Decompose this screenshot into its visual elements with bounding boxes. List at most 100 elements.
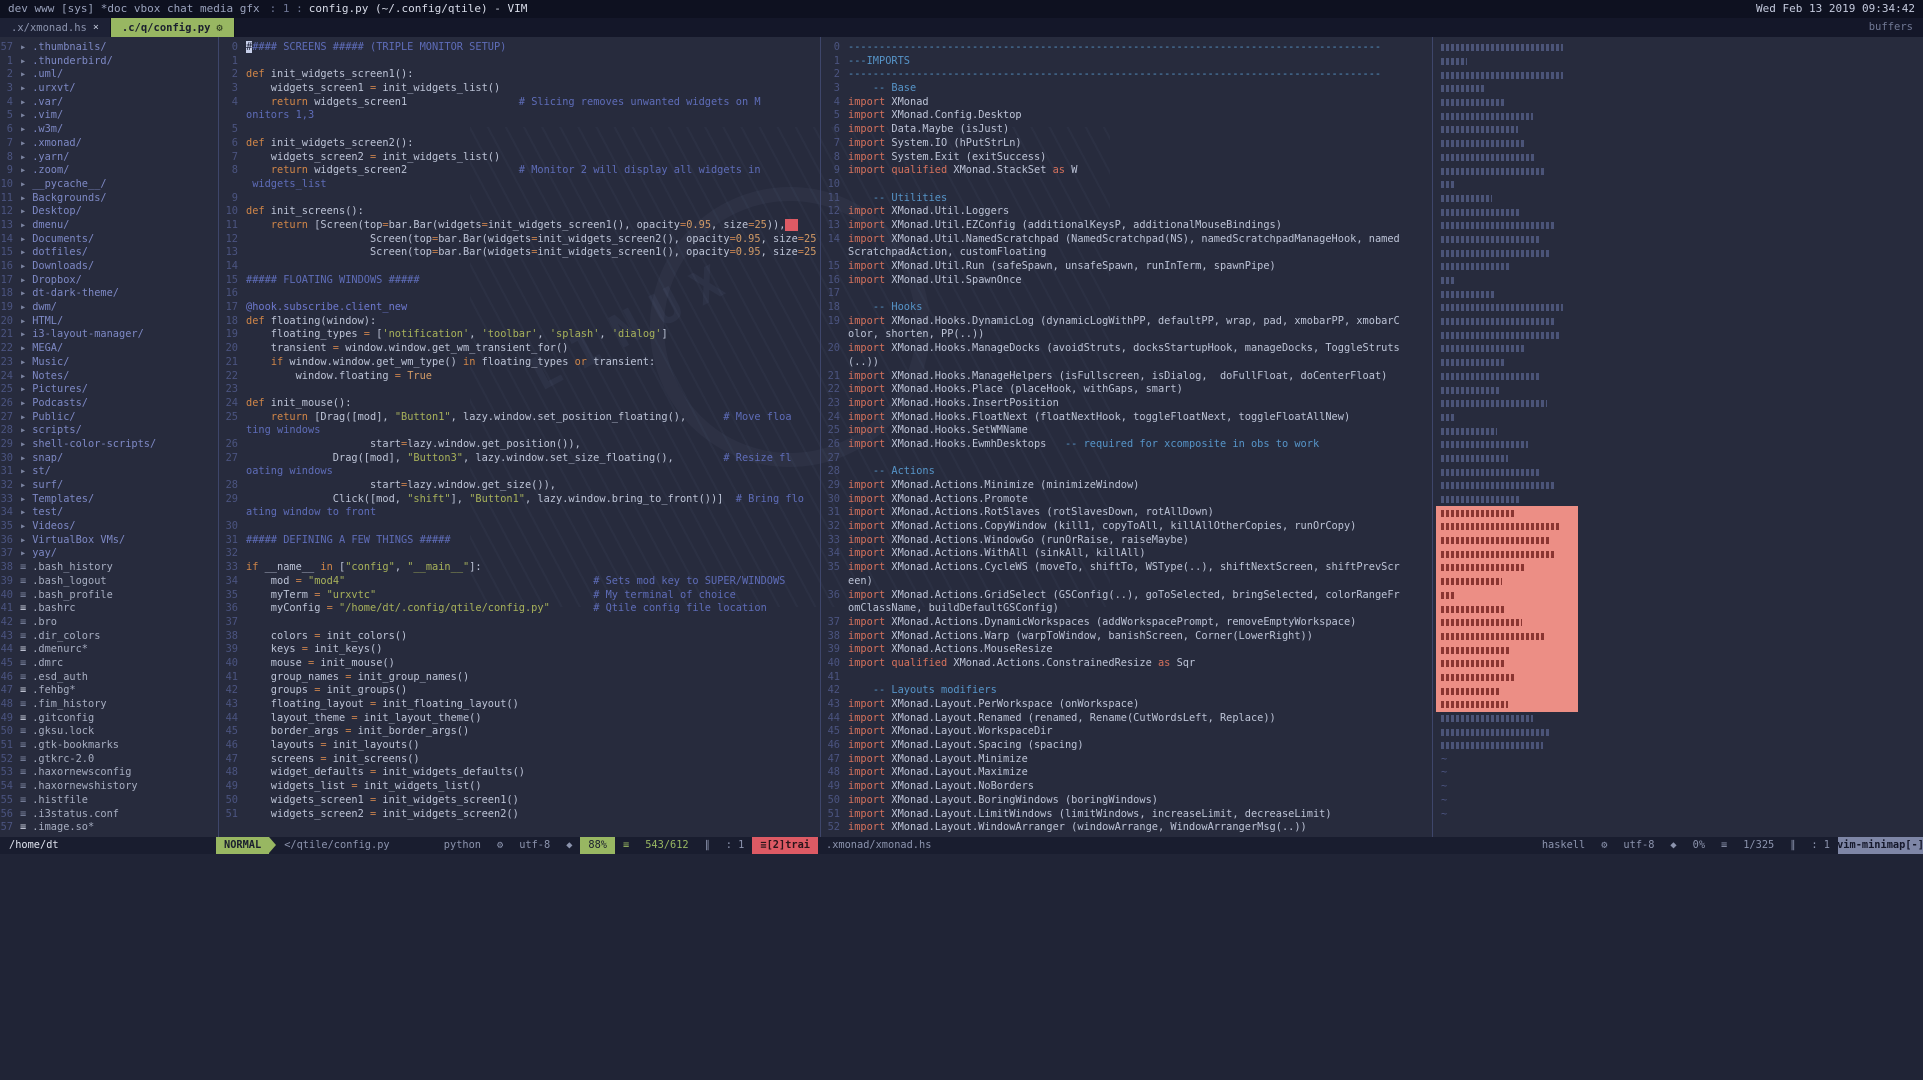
code-line[interactable]: 30import XMonad.Actions.Promote [824,493,1430,507]
tree-item[interactable]: 16▸Downloads/ [0,260,216,274]
minimap-line[interactable] [1436,219,1578,233]
code-line[interactable]: 23import XMonad.Hooks.InsertPosition [824,397,1430,411]
code-line[interactable]: 13 Screen(top=bar.Bar(widgets=init_widge… [222,246,818,260]
code-line[interactable]: 43import XMonad.Layout.PerWorkspace (onW… [824,698,1430,712]
tree-item[interactable]: 38≡.bash_history [0,561,216,575]
code-line[interactable]: 30 [222,520,818,534]
code-line[interactable]: 50 widgets_screen1 = init_widgets_screen… [222,794,818,808]
minimap-line[interactable] [1436,397,1578,411]
minimap-line[interactable] [1436,438,1578,452]
tree-item[interactable]: 54≡.haxornewshistory [0,780,216,794]
code-line[interactable]: 50import XMonad.Layout.BoringWindows (bo… [824,794,1430,808]
code-line[interactable]: 9 [222,192,818,206]
minimap-line[interactable] [1436,109,1578,123]
tree-item[interactable]: 25▸Pictures/ [0,383,216,397]
minimap-line[interactable] [1436,301,1578,315]
code-line[interactable]: 51 widgets_screen2 = init_widgets_screen… [222,808,818,822]
tree-item[interactable]: 40≡.bash_profile [0,589,216,603]
code-line[interactable]: 18 -- Hooks [824,301,1430,315]
tree-item[interactable]: 14▸Documents/ [0,233,216,247]
code-line[interactable]: 6import Data.Maybe (isJust) [824,123,1430,137]
minimap-viewport-highlight[interactable] [1436,684,1578,698]
code-line[interactable]: oating windows [222,465,818,479]
code-line[interactable]: 7import System.IO (hPutStrLn) [824,137,1430,151]
code-line[interactable]: 8 return widgets_screen2 # Monitor 2 wil… [222,164,818,178]
minimap-viewport-highlight[interactable] [1436,643,1578,657]
tree-item[interactable]: 28▸scripts/ [0,424,216,438]
minimap-line[interactable] [1436,260,1578,274]
code-line[interactable]: 15##### FLOATING WINDOWS ##### [222,274,818,288]
code-line[interactable]: 40 mouse = init_mouse() [222,657,818,671]
minimap-viewport-highlight[interactable] [1436,616,1578,630]
tree-item[interactable]: 51≡.gtk-bookmarks [0,739,216,753]
minimap-line[interactable] [1436,41,1578,55]
code-line[interactable]: 0##### SCREENS ##### (TRIPLE MONITOR SET… [222,41,818,55]
code-line[interactable]: widgets_list [222,178,818,192]
minimap-pane[interactable]: ~~~~~ [1436,37,1923,837]
code-line[interactable]: 35 myTerm = "urxvtc" # My terminal of ch… [222,589,818,603]
code-line[interactable]: 11 -- Utilities [824,192,1430,206]
tree-item[interactable]: 9▸.zoom/ [0,164,216,178]
minimap-viewport-highlight[interactable] [1436,575,1578,589]
code-line[interactable]: 14import XMonad.Util.NamedScratchpad (Na… [824,233,1430,247]
code-line[interactable]: 20 transient = window.window.get_wm_tran… [222,342,818,356]
tree-item[interactable]: 49≡.gitconfig [0,712,216,726]
code-line[interactable]: 41 group_names = init_group_names() [222,671,818,685]
tree-item[interactable]: 29▸shell-color-scripts/ [0,438,216,452]
minimap-viewport-highlight[interactable] [1436,589,1578,603]
code-line[interactable]: 38 colors = init_colors() [222,630,818,644]
minimap-line[interactable] [1436,164,1578,178]
code-line[interactable]: 24def init_mouse(): [222,397,818,411]
tree-item[interactable]: 24▸Notes/ [0,370,216,384]
tree-item[interactable]: 10▸__pycache__/ [0,178,216,192]
code-line[interactable]: 28 -- Actions [824,465,1430,479]
editor-config-pane[interactable]: 0##### SCREENS ##### (TRIPLE MONITOR SET… [222,37,818,837]
code-line[interactable]: 26import XMonad.Hooks.EwmhDesktops -- re… [824,438,1430,452]
code-line[interactable]: 27 Drag([mod], "Button3", lazy.window.se… [222,452,818,466]
tree-item[interactable]: 43≡.dir_colors [0,630,216,644]
minimap-line[interactable] [1436,328,1578,342]
minimap-line[interactable] [1436,68,1578,82]
tree-item[interactable]: 39≡.bash_logout [0,575,216,589]
minimap-viewport-highlight[interactable] [1436,657,1578,671]
code-line[interactable]: 41 [824,671,1430,685]
tree-item[interactable]: 19▸dwm/ [0,301,216,315]
code-line[interactable]: ting windows [222,424,818,438]
code-line[interactable]: 26 start=lazy.window.get_position()), [222,438,818,452]
minimap-line[interactable] [1436,479,1578,493]
code-line[interactable]: 16import XMonad.Util.SpawnOnce [824,274,1430,288]
code-line[interactable]: 4 return widgets_screen1 # Slicing remov… [222,96,818,110]
tree-item[interactable]: 2▸.uml/ [0,68,216,82]
code-line[interactable]: 1 [222,55,818,69]
code-line[interactable]: 1---IMPORTS [824,55,1430,69]
code-line[interactable]: 19import XMonad.Hooks.DynamicLog (dynami… [824,315,1430,329]
workspace-tags[interactable]: dev www [sys] *doc vbox chat media gfx [8,0,260,18]
minimap-line[interactable] [1436,96,1578,110]
code-line[interactable]: 24import XMonad.Hooks.FloatNext (floatNe… [824,411,1430,425]
tree-item[interactable]: 15▸dotfiles/ [0,246,216,260]
code-line[interactable]: (..)) [824,356,1430,370]
code-line[interactable]: 10def init_screens(): [222,205,818,219]
tree-item[interactable]: 46≡.esd_auth [0,671,216,685]
code-line[interactable]: 3 widgets_screen1 = init_widgets_list() [222,82,818,96]
minimap-line[interactable] [1436,178,1578,192]
code-line[interactable]: 35import XMonad.Actions.CycleWS (moveTo,… [824,561,1430,575]
tree-item[interactable]: 20▸HTML/ [0,315,216,329]
tree-item[interactable]: 35▸Videos/ [0,520,216,534]
minimap-line[interactable] [1436,465,1578,479]
code-line[interactable]: 49 widgets_list = init_widgets_list() [222,780,818,794]
code-line[interactable]: 27 [824,452,1430,466]
tree-item[interactable]: 37▸yay/ [0,547,216,561]
code-line[interactable]: 29import XMonad.Actions.Minimize (minimi… [824,479,1430,493]
code-line[interactable]: 5 [222,123,818,137]
code-line[interactable]: 29 Click([mod, "shift"], "Button1", lazy… [222,493,818,507]
tree-item[interactable]: 42≡.bro [0,616,216,630]
code-line[interactable]: 20import XMonad.Hooks.ManageDocks (avoid… [824,342,1430,356]
minimap-line[interactable] [1436,411,1578,425]
minimap-viewport-highlight[interactable] [1436,534,1578,548]
code-line[interactable]: ScratchpadAction, customFloating [824,246,1430,260]
code-line[interactable]: 2def init_widgets_screen1(): [222,68,818,82]
tab-config[interactable]: .c/q/config.py ⚙ [111,18,235,37]
code-line[interactable]: 4import XMonad [824,96,1430,110]
nerdtree-pane[interactable]: 57▸.thumbnails/1▸.thunderbird/2▸.uml/3▸.… [0,37,216,837]
